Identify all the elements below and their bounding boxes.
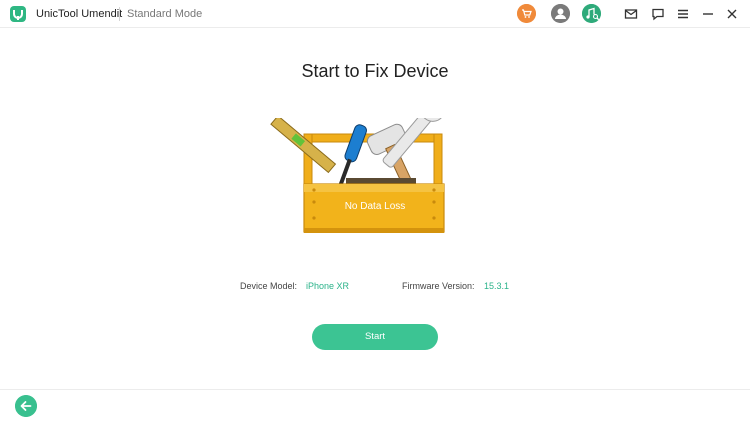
back-arrow-icon[interactable]: [15, 395, 37, 417]
cart-icon[interactable]: [517, 4, 536, 23]
title-bar: UnicTool Umendit Standard Mode: [0, 0, 750, 28]
close-icon[interactable]: [725, 7, 739, 21]
mail-icon[interactable]: [624, 7, 638, 21]
minimize-icon[interactable]: [701, 7, 715, 21]
toolbox-illustration: [270, 118, 446, 233]
device-model-label: Device Model:: [240, 281, 298, 291]
user-icon[interactable]: [551, 4, 570, 23]
toolbox-label: No Data Loss: [344, 201, 406, 212]
firmware-version-label: Firmware Version:: [402, 281, 475, 291]
menu-icon[interactable]: [676, 7, 690, 21]
umendit-logo-icon: [10, 6, 26, 22]
music-search-icon[interactable]: [582, 4, 601, 23]
firmware-version-value: 15.3.1: [484, 281, 510, 291]
title-divider: [119, 7, 120, 21]
mode-label: Standard Mode: [127, 8, 203, 20]
footer-divider: [0, 389, 750, 390]
chat-icon[interactable]: [651, 7, 665, 21]
device-model-value: iPhone XR: [306, 281, 350, 291]
app-name: UnicTool Umendit: [36, 8, 123, 20]
page-title: Start to Fix Device: [301, 61, 449, 81]
start-button[interactable]: Start: [312, 324, 438, 350]
